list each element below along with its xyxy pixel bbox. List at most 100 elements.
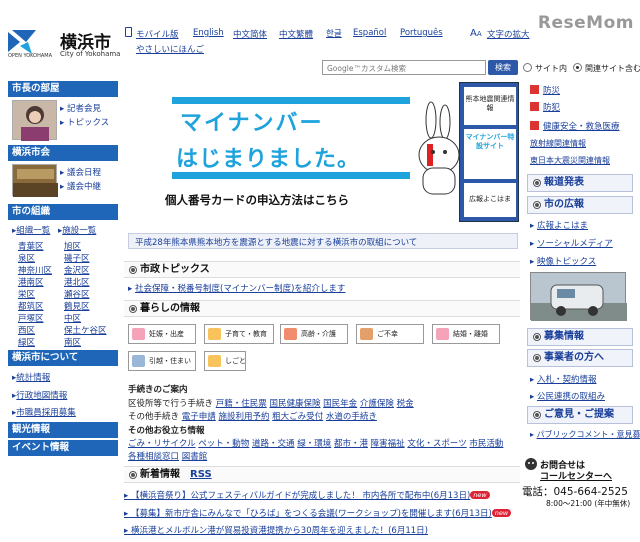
- procedure-link[interactable]: 道路・交通: [252, 439, 295, 449]
- search-related-radio[interactable]: [573, 63, 582, 72]
- lang-mobile-link[interactable]: モバイル版: [136, 28, 179, 40]
- press-release-heading[interactable]: 報道発表: [527, 174, 633, 192]
- ward-link[interactable]: 港北区: [64, 276, 90, 288]
- recruit-heading[interactable]: 募集情報: [527, 328, 633, 346]
- social-media-link[interactable]: ▸ ソーシャルメディア: [530, 237, 613, 249]
- category-button[interactable]: 妊娠・出産: [128, 324, 196, 344]
- category-button[interactable]: 高齢・介護: [280, 324, 348, 344]
- ward-link[interactable]: 磯子区: [64, 252, 90, 264]
- category-button[interactable]: 子育て・教育: [204, 324, 274, 344]
- events-section-heading[interactable]: イベント情報: [8, 440, 118, 456]
- rss-link[interactable]: RSS: [190, 469, 212, 480]
- admin-map-link[interactable]: ▸行政地図情報: [12, 389, 67, 401]
- procedure-link[interactable]: 電子申請: [182, 412, 216, 422]
- koho-link[interactable]: ▸ 広報よこはま: [530, 219, 588, 231]
- org-list-link[interactable]: ▸組織一覧: [12, 224, 50, 236]
- procedure-link[interactable]: 施設利用予約: [218, 412, 269, 422]
- procedure-link[interactable]: 国民年金: [323, 399, 357, 409]
- procedure-link[interactable]: 障害福祉: [371, 439, 405, 449]
- ward-link[interactable]: 戸塚区: [18, 312, 44, 324]
- ward-link[interactable]: 南区: [64, 336, 81, 348]
- public-private-link[interactable]: ▸ 公民連携の取組み: [530, 390, 605, 402]
- ward-link[interactable]: 神奈川区: [18, 264, 52, 276]
- news-item-link[interactable]: ▸ 【募集】新市庁舎にみんなで「ひろば」をつくる会議(ワークショップ)を開催しま…: [124, 507, 512, 519]
- ward-link[interactable]: 保土ケ谷区: [64, 324, 107, 336]
- procedure-link[interactable]: 粗大ごみ受付: [272, 412, 323, 422]
- business-heading[interactable]: 事業者の方へ: [527, 349, 633, 367]
- lang-korean-link[interactable]: 한글: [326, 27, 342, 39]
- font-size-link[interactable]: 文字の拡大: [487, 28, 530, 40]
- procedure-link[interactable]: 戸籍・住民票: [216, 399, 267, 409]
- right-top-link[interactable]: 放射線関連情報: [530, 138, 586, 149]
- news-item-link[interactable]: ▸ 【横浜音祭り】公式フェスティバルガイドが完成しました！ 市内各所で配布中(6…: [124, 489, 490, 501]
- mynumber-topic-link[interactable]: ▸ 社会保障・税番号制度(マイナンバー制度)を紹介します: [128, 282, 345, 294]
- mayor-press-link[interactable]: ▸ 記者会見: [60, 102, 101, 114]
- ward-link[interactable]: 青葉区: [18, 240, 44, 252]
- lang-english-link[interactable]: English: [193, 28, 224, 38]
- search-site-radio[interactable]: [523, 63, 532, 72]
- council-schedule-link[interactable]: ▸ 議会日程: [60, 166, 101, 178]
- ward-link[interactable]: 泉区: [18, 252, 35, 264]
- search-button[interactable]: 検索: [488, 60, 518, 75]
- ward-link[interactable]: 中区: [64, 312, 81, 324]
- procedure-link[interactable]: 各種相談窓口: [128, 452, 179, 462]
- news-item-link[interactable]: ▸ 横浜港とメルボルン港が貿易投資港提携から30周年を迎えました！(6月11日): [124, 524, 428, 536]
- ward-link[interactable]: 西区: [18, 324, 35, 336]
- mayor-section-heading[interactable]: 市長の部屋: [8, 81, 118, 97]
- city-pr-heading[interactable]: 市の広報: [527, 196, 633, 214]
- procedure-link[interactable]: ごみ・リサイクル: [128, 439, 196, 449]
- council-section-heading[interactable]: 横浜市会: [8, 145, 118, 161]
- ward-link[interactable]: 緑区: [18, 336, 35, 348]
- category-button[interactable]: 引越・住まい: [128, 351, 196, 371]
- right-top-link[interactable]: 防災: [543, 84, 560, 96]
- lang-spanish-link[interactable]: Español: [353, 28, 386, 38]
- category-button[interactable]: ご不幸: [356, 324, 424, 344]
- procedure-link[interactable]: 税金: [397, 399, 414, 409]
- video-topics-link[interactable]: ▸ 映像トピックス: [530, 255, 596, 267]
- procedure-link[interactable]: 緑・環境: [297, 439, 331, 449]
- koho-yokohama-box[interactable]: 広報よこはま: [464, 183, 516, 217]
- ward-link[interactable]: 栄区: [18, 288, 35, 300]
- public-comment-link[interactable]: ▸ パブリックコメント・意見募集: [530, 429, 640, 440]
- search-input[interactable]: Google™カスタム検索: [322, 60, 486, 75]
- ward-link[interactable]: 旭区: [64, 240, 81, 252]
- call-center-link[interactable]: コールセンターへ: [540, 469, 612, 482]
- procedure-link[interactable]: 文化・スポーツ: [407, 439, 466, 449]
- about-section-heading[interactable]: 横浜市について: [8, 350, 118, 366]
- procedure-link[interactable]: 市民活動: [469, 439, 503, 449]
- ward-link[interactable]: 金沢区: [64, 264, 90, 276]
- statistics-link[interactable]: ▸統計情報: [12, 371, 50, 383]
- ward-link[interactable]: 鶴見区: [64, 300, 90, 312]
- council-live-link[interactable]: ▸ 議会中継: [60, 180, 101, 192]
- mayor-topics-link[interactable]: ▸ トピックス: [60, 116, 109, 128]
- tourism-section-heading[interactable]: 観光情報: [8, 422, 118, 438]
- procedure-link[interactable]: 介護保険: [360, 399, 394, 409]
- staff-recruit-link[interactable]: ▸市職員採用募集: [12, 406, 76, 418]
- opinion-heading[interactable]: ご意見・ご提案: [527, 406, 633, 424]
- bid-contract-link[interactable]: ▸ 入札・契約情報: [530, 373, 596, 385]
- right-top-link[interactable]: 健康安全・救急医療: [543, 120, 620, 132]
- ward-link[interactable]: 都筑区: [18, 300, 44, 312]
- kumamoto-quake-box[interactable]: 熊本地震関連情報: [464, 87, 516, 125]
- mynumber-special-box[interactable]: マイナンバー特設サイト: [464, 129, 516, 179]
- right-top-link[interactable]: 防犯: [543, 101, 560, 113]
- lang-portuguese-link[interactable]: Português: [400, 28, 443, 38]
- ward-link[interactable]: 瀬谷区: [64, 288, 90, 300]
- org-section-heading[interactable]: 市の組織: [8, 204, 118, 220]
- video-thumbnail[interactable]: [530, 272, 627, 321]
- procedure-link[interactable]: 図書館: [182, 452, 208, 462]
- facility-list-link[interactable]: ▸施設一覧: [58, 224, 96, 236]
- lang-zh-traditional-link[interactable]: 中文繁體: [279, 28, 313, 40]
- lang-zh-simplified-link[interactable]: 中文简体: [233, 28, 267, 40]
- category-button[interactable]: しごと: [204, 351, 246, 371]
- kumamoto-notice-link[interactable]: 平成28年熊本県熊本地方を震源とする地震に対する横浜市の取組について: [128, 233, 518, 249]
- procedure-link[interactable]: 都市・港: [334, 439, 368, 449]
- right-top-link[interactable]: 東日本大震災関連情報: [530, 155, 610, 166]
- yokohama-logo-icon[interactable]: [6, 28, 40, 56]
- procedure-link[interactable]: ペット・動物: [198, 439, 249, 449]
- category-button[interactable]: 結婚・離婚: [432, 324, 500, 344]
- lang-easy-japanese-link[interactable]: やさしいにほんご: [136, 43, 204, 55]
- procedure-link[interactable]: 国民健康保険: [269, 399, 320, 409]
- ward-link[interactable]: 港南区: [18, 276, 44, 288]
- procedure-link[interactable]: 水道の手続き: [326, 412, 377, 422]
